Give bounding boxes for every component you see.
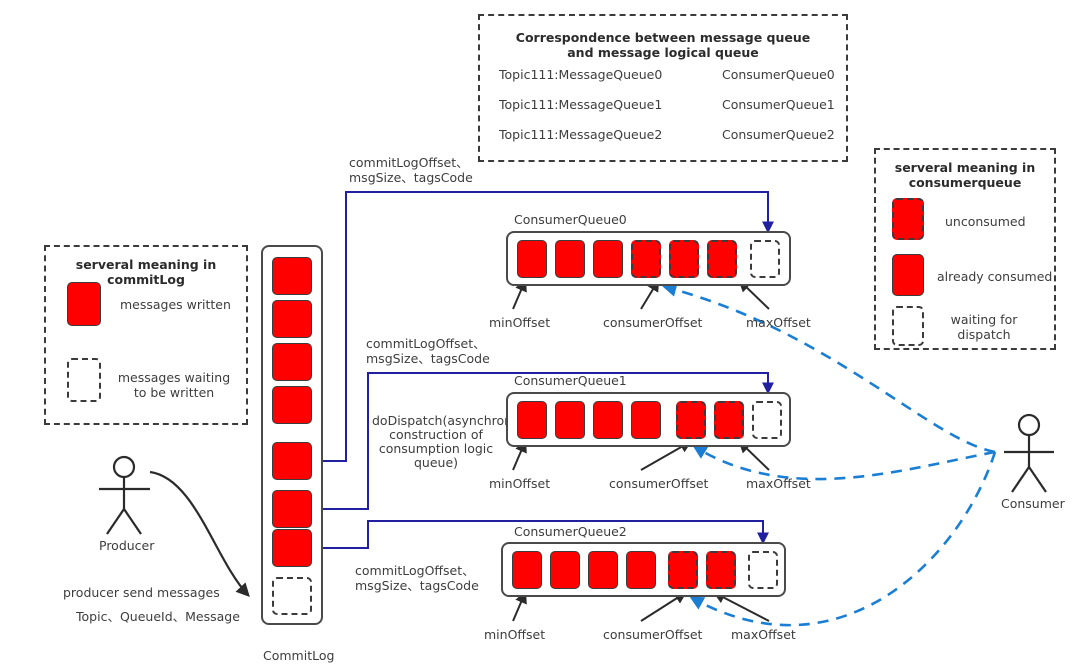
- consume-curve-queue1: [692, 445, 996, 481]
- consumer-figure: [1004, 413, 1054, 493]
- producer-to-commitlog-arrow: [149, 470, 250, 597]
- consumer-caption: Consumer: [1001, 496, 1065, 511]
- queue-2-cell-5: [706, 551, 736, 589]
- producer-figure: [99, 455, 150, 535]
- queue-0-cell-0: [517, 240, 547, 278]
- correspondence-row-2-right: ConsumerQueue2: [722, 127, 835, 142]
- correspondence-row-1-right: ConsumerQueue1: [722, 97, 835, 112]
- correspondence-row-0-right: ConsumerQueue0: [722, 67, 835, 82]
- legend-swatch-messages-waiting: [67, 358, 101, 402]
- queue-1-cell-2: [593, 401, 623, 439]
- correspondence-row-2-left: Topic111:MessageQueue2: [499, 127, 663, 142]
- commitlog-cell-4: [272, 442, 312, 480]
- legend-label-messages-written: messages written: [120, 297, 231, 312]
- correspondence-panel-title: Correspondence between message queue and…: [515, 30, 811, 60]
- queue-1-consumeroffset-label: consumerOffset: [609, 476, 709, 491]
- queue-2-cell-0: [512, 551, 542, 589]
- queue-0-title: ConsumerQueue0: [514, 212, 627, 227]
- diagram-canvas: Correspondence between message queue and…: [0, 0, 1080, 671]
- legend-swatch-unconsumed: [892, 198, 924, 240]
- commitlog-cell-2: [272, 343, 312, 381]
- commitlog-cell-5: [272, 490, 312, 528]
- consume-curve-queue2: [689, 451, 997, 627]
- producer-caption: Producer: [99, 538, 155, 553]
- correspondence-row-1-left: Topic111:MessageQueue1: [499, 97, 663, 112]
- queue-2-title: ConsumerQueue2: [514, 524, 627, 539]
- queue-1-title: ConsumerQueue1: [514, 373, 627, 388]
- dispatch-label-2: commitLogOffset、 msgSize、tagsCode: [355, 563, 479, 593]
- queue-1-cell-4: [676, 401, 706, 439]
- queue-0-cell-6: [750, 240, 780, 278]
- queue-1-cell-0: [517, 401, 547, 439]
- commitlog-cell-3: [272, 386, 312, 424]
- queue-2-consumeroffset-label: consumerOffset: [603, 627, 703, 642]
- legend-swatch-messages-written: [67, 282, 101, 326]
- dispatch-note: doDispatch(asynchronous construction of …: [372, 413, 535, 470]
- legend-label-already-consumed: already consumed: [937, 269, 1053, 284]
- queue-0-minoffset-label: minOffset: [489, 315, 551, 330]
- queue-2-minoffset-label: minOffset: [484, 627, 546, 642]
- queue-0-cell-1: [555, 240, 585, 278]
- queue-0-cell-3: [631, 240, 661, 278]
- legend-swatch-already-consumed: [892, 254, 924, 296]
- queue-0-cell-4: [669, 240, 699, 278]
- legend-label-messages-waiting: messages waiting to be written: [117, 370, 231, 400]
- legend-label-unconsumed: unconsumed: [945, 214, 1026, 229]
- queue-0-cell-5: [707, 240, 737, 278]
- queue-2-cell-2: [588, 551, 618, 589]
- queue-2-cell-1: [550, 551, 580, 589]
- commitlog-cell-1: [272, 300, 312, 338]
- queue-1-minoffset-label: minOffset: [489, 476, 551, 491]
- queue-0-consumeroffset-label: consumerOffset: [603, 315, 703, 330]
- queue-2-maxoffset-label: maxOffset: [731, 627, 796, 642]
- queue-1-cell-1: [555, 401, 585, 439]
- dispatch-label-0: commitLogOffset、 msgSize、tagsCode: [349, 155, 473, 185]
- commitlog-cell-0: [272, 257, 312, 295]
- legend-swatch-waiting-dispatch: [892, 306, 924, 346]
- consumerqueue-legend-title: serveral meaning in consumerqueue: [894, 160, 1036, 190]
- queue-0-cell-2: [593, 240, 623, 278]
- queue-1-maxoffset-label: maxOffset: [746, 476, 811, 491]
- queue-2-cell-4: [668, 551, 698, 589]
- producer-note-line2: Topic、QueueId、Message: [76, 609, 240, 624]
- correspondence-row-0-left: Topic111:MessageQueue0: [499, 67, 663, 82]
- queue-1-cell-3: [631, 401, 661, 439]
- commitlog-cell-7: [272, 577, 312, 615]
- dispatch-label-1: commitLogOffset、 msgSize、tagsCode: [366, 336, 490, 366]
- queue-0-maxoffset-label: maxOffset: [746, 315, 811, 330]
- commitlog-caption: CommitLog: [263, 648, 335, 663]
- queue-1-cell-5: [714, 401, 744, 439]
- queue-1-cell-6: [752, 401, 782, 439]
- producer-note-line1: producer send messages: [63, 585, 220, 600]
- queue-2-cell-3: [626, 551, 656, 589]
- legend-label-waiting-dispatch: waiting for dispatch: [950, 312, 1018, 342]
- queue-2-cell-6: [748, 551, 778, 589]
- commitlog-cell-6: [272, 529, 312, 567]
